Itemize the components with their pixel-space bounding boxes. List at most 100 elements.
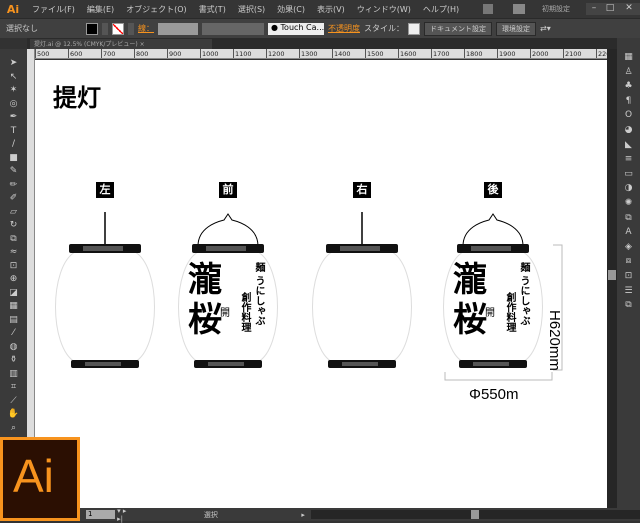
close-button[interactable]: ✕ [618, 3, 640, 15]
line-tool-icon[interactable]: / [12, 138, 15, 152]
magic-wand-icon[interactable]: ✶ [10, 84, 18, 98]
opacity-label[interactable]: 不透明度 [328, 23, 360, 34]
symbol-sprayer-icon[interactable]: ⚱ [10, 354, 18, 368]
page-field[interactable]: 1 [86, 510, 116, 519]
document-tab[interactable]: 提灯.ai @ 12.5% (CMYK/プレビュー) × [30, 39, 212, 49]
close-tab-icon[interactable]: × [140, 41, 145, 48]
fill-swatch[interactable] [86, 22, 98, 35]
shape-builder-icon[interactable]: ⊕ [10, 273, 18, 287]
eyedropper-icon[interactable]: ⁄ [13, 327, 15, 341]
stroke-dropdown[interactable] [128, 22, 134, 35]
document-setup-button[interactable]: ドキュメント設定 [424, 21, 492, 36]
hanging-bail [197, 213, 259, 247]
ruler-tick-label: 2000 [530, 49, 563, 58]
illustrator-logo: Ai [0, 437, 80, 521]
rotate-tool-icon[interactable]: ↻ [10, 219, 18, 233]
artboard[interactable]: 提灯 左 前瀧桜開 麺 うにしゃぶ 創作料理 右 後瀧桜開 麺 うにしゃぶ 創作料理 H620… [35, 60, 607, 508]
menu-item[interactable]: 効果(C) [271, 4, 311, 15]
opentype-icon[interactable]: O [625, 110, 632, 125]
artboard-tool-icon[interactable]: ⌗ [11, 381, 16, 395]
horizontal-scroll-thumb[interactable] [470, 510, 479, 519]
free-transform-icon[interactable]: ⊡ [10, 260, 18, 274]
menu-item[interactable]: ファイル(F) [26, 4, 81, 15]
paragraph-icon[interactable]: ¶ [626, 96, 632, 111]
ruler-tick-label: 1100 [233, 49, 266, 58]
mesh-tool-icon[interactable]: ▦ [9, 300, 18, 314]
warp-tool-icon[interactable]: ≈ [10, 246, 18, 260]
menu-item[interactable]: ウィンドウ(W) [351, 4, 417, 15]
layers-icon[interactable]: ◈ [625, 242, 632, 257]
gradient-icon[interactable]: ◣ [625, 140, 632, 155]
brushes-icon[interactable]: ♙ [624, 67, 632, 82]
ruler-tick-label: 1900 [497, 49, 530, 58]
appearance-icon[interactable]: ✺ [625, 198, 633, 213]
type-tool-icon[interactable]: T [11, 125, 17, 139]
menu-item[interactable]: 表示(V) [311, 4, 351, 15]
scale-tool-icon[interactable]: ⧉ [10, 233, 16, 247]
variable-width-field[interactable] [202, 22, 264, 35]
stroke-weight-field[interactable] [158, 22, 198, 35]
gradient-panel-icon[interactable]: ▭ [624, 169, 633, 184]
color-guide-icon[interactable]: ◕ [625, 125, 633, 140]
pathfinder-icon[interactable]: ⧉ [625, 300, 631, 315]
blob-brush-icon[interactable]: ✐ [10, 192, 18, 206]
zoom-tool-icon[interactable]: ⌕ [11, 422, 16, 436]
style-swatch[interactable] [408, 22, 420, 35]
preferences-button[interactable]: 環境設定 [496, 21, 536, 36]
title-bar: Ai ファイル(F) 編集(E) オブジェクト(O) 書式(T) 選択(S) 効果(C) 表… [0, 0, 640, 18]
arrange-documents-icon[interactable] [513, 4, 526, 14]
workspace-switcher[interactable]: 初期設定 [542, 4, 570, 14]
horizontal-scrollbar[interactable] [310, 510, 640, 519]
stroke-icon[interactable]: ≡ [625, 154, 633, 169]
swatches-icon[interactable]: ▦ [624, 52, 633, 67]
eraser-icon[interactable]: ▱ [10, 206, 17, 220]
blend-tool-icon[interactable]: ◍ [10, 341, 18, 355]
symbols-icon[interactable]: ♣ [624, 81, 632, 96]
gradient-tool-icon[interactable]: ▤ [9, 314, 18, 328]
lantern-左[interactable] [53, 212, 157, 372]
stroke-swatch[interactable] [112, 22, 124, 35]
direct-selection-tool-icon[interactable]: ↖ [10, 71, 18, 85]
paintbrush-icon[interactable]: ✎ [10, 165, 18, 179]
pen-tool-icon[interactable]: ✒ [10, 111, 18, 125]
menu-item[interactable]: オブジェクト(O) [120, 4, 193, 15]
hand-tool-icon[interactable]: ✋ [8, 408, 19, 422]
ruler-tick-label: 1800 [464, 49, 497, 58]
ruler-tick-label: 1400 [332, 49, 365, 58]
lantern-body [312, 251, 412, 363]
page-dropdown[interactable]: ▾ ▸ ▸| [117, 507, 134, 523]
ruler-tick-label: 1000 [200, 49, 233, 58]
menu-item[interactable]: 編集(E) [81, 4, 120, 15]
lasso-icon[interactable]: ◎ [10, 98, 18, 112]
bridge-icon[interactable] [483, 4, 494, 14]
character-icon[interactable]: A [625, 227, 631, 242]
arrange-icon[interactable]: ⇄▾ [540, 24, 551, 33]
transform-icon[interactable]: ⊡ [625, 271, 633, 286]
vertical-scroll-thumb[interactable] [608, 270, 616, 280]
artboards-icon[interactable]: ⧈ [626, 256, 632, 271]
minimize-button[interactable]: – [586, 3, 602, 15]
stroke-label[interactable]: 線： [138, 23, 154, 34]
lantern-前[interactable]: 瀧桜開 麺 うにしゃぶ 創作料理 [176, 212, 280, 372]
brush-dropdown[interactable]: ● Touch Ca... [268, 22, 324, 35]
graphic-styles-icon[interactable]: ⧉ [625, 213, 631, 228]
graph-tool-icon[interactable]: ▥ [9, 368, 18, 382]
current-tool-status: 選択 [203, 510, 218, 519]
perspective-grid-icon[interactable]: ◪ [9, 287, 18, 301]
align-icon[interactable]: ☰ [624, 286, 632, 301]
selection-tool-icon[interactable]: ➤ [10, 57, 18, 71]
menu-item[interactable]: 書式(T) [193, 4, 232, 15]
maximize-button[interactable]: □ [602, 3, 618, 15]
menu-item[interactable]: 選択(S) [232, 4, 271, 15]
pencil-icon[interactable]: ✏ [10, 179, 18, 193]
slice-tool-icon[interactable]: ⟋ [10, 395, 16, 409]
transparency-icon[interactable]: ◑ [625, 183, 633, 198]
fill-dropdown[interactable] [102, 22, 108, 35]
menu-item[interactable]: ヘルプ(H) [417, 4, 465, 15]
ruler-tick-label: 1700 [431, 49, 464, 58]
ruler-tick-label: 2200 [596, 49, 607, 58]
horizontal-ruler[interactable]: 500 600 700 800 900 1000 1100 1200 1300 1400 1500 1… [35, 49, 607, 59]
status-menu-arrow[interactable]: ▸ [301, 511, 305, 519]
lantern-右[interactable] [310, 212, 414, 372]
rectangle-tool-icon[interactable]: ■ [9, 152, 18, 166]
